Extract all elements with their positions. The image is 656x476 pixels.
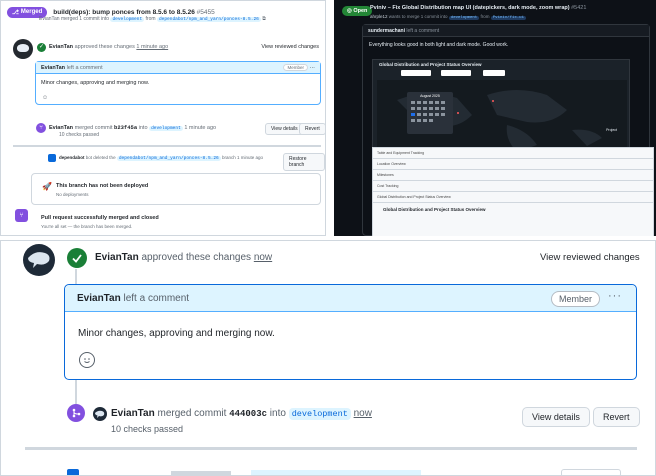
pr-icon: ◎ xyxy=(347,8,352,14)
merge-icon xyxy=(67,404,85,422)
member-badge: Member xyxy=(283,64,308,71)
copy-icon[interactable]: ⧉ xyxy=(262,16,266,22)
approval-line: EvianTan approved these changes 1 minute… xyxy=(49,44,319,50)
list-item: Location Overview xyxy=(373,159,653,170)
map-screenshot-light: Table and Equipment Tracking Location Ov… xyxy=(372,147,654,236)
view-details-button[interactable]: View details xyxy=(522,407,590,427)
timeline-line xyxy=(75,380,77,404)
restore-branch-button[interactable]: Restore branch xyxy=(283,153,325,171)
comment-body: Minor changes, approving and merging now… xyxy=(41,80,150,86)
member-badge: Member xyxy=(550,291,600,307)
light-heading: Global Distribution and Project Status O… xyxy=(383,207,486,212)
pr-title: Pviniv – Fix Global Distribution map UI … xyxy=(370,5,587,11)
view-reviewed-link[interactable]: View reviewed changes xyxy=(540,252,640,263)
list-item: Cost Tracking xyxy=(373,181,653,192)
deploy-title: This branch has not been deployed xyxy=(56,183,149,189)
list-item: Milestones xyxy=(373,170,653,181)
branch-deleted-line: dependabot bot deleted the dependabot/np… xyxy=(59,155,264,161)
avatar[interactable] xyxy=(13,39,33,59)
filter-input xyxy=(483,70,505,76)
comment-body: Minor changes, approving and merging now… xyxy=(78,328,275,339)
deploy-sub: No deployments xyxy=(56,192,89,197)
revert-button[interactable]: Revert xyxy=(593,407,640,427)
open-pr-dark-screenshot: ◎ Open Pviniv – Fix Global Distribution … xyxy=(334,0,656,236)
rocket-icon: 🚀 xyxy=(42,182,52,191)
branch-label[interactable]: development xyxy=(288,408,351,420)
map-marker xyxy=(457,112,459,114)
partial-next-row xyxy=(61,469,631,475)
smiley-icon[interactable]: ☺ xyxy=(42,95,48,101)
merge-line: EvianTan merged commit 444003c into deve… xyxy=(111,408,372,420)
merge-icon: ⎇ xyxy=(12,9,19,16)
zoomed-review-timeline: EvianTan approved these changes now View… xyxy=(0,240,656,476)
map-legend: Project xyxy=(606,128,617,132)
check-icon xyxy=(67,248,87,268)
divider xyxy=(13,145,321,147)
timeline-divider xyxy=(25,447,637,450)
bot-avatar xyxy=(48,154,56,162)
comment-header: EvianTan left a comment Member ··· xyxy=(36,62,320,74)
pr-title: build(deps): bump ponces from 8.5.6 to 8… xyxy=(53,8,215,16)
open-status-badge: ◎ Open xyxy=(342,6,373,16)
pr-subtitle: ahrple12 wants to merge 1 commit into de… xyxy=(370,14,526,20)
avatar[interactable] xyxy=(23,244,55,276)
map-marker xyxy=(492,100,494,102)
timeline-line xyxy=(75,269,77,285)
checks-text: 10 checks passed xyxy=(59,132,100,138)
kebab-menu-icon[interactable]: ··· xyxy=(608,290,622,302)
smiley-icon[interactable] xyxy=(79,352,95,368)
calendar-popup: August 2025 xyxy=(407,92,453,134)
calendar-month: August 2025 xyxy=(420,94,440,98)
approval-line: EvianTan approved these changes now xyxy=(95,252,273,263)
merged-closed-title: Pull request successfully merged and clo… xyxy=(41,215,159,221)
list-item: Global Distribution and Project Status O… xyxy=(373,192,653,203)
comment-card: sundermachani left a comment Everything … xyxy=(362,24,654,236)
revert-button[interactable]: Revert xyxy=(299,123,325,135)
start-date-input xyxy=(401,70,431,76)
end-date-input xyxy=(441,70,471,76)
map-title: Global Distribution and Project Status O… xyxy=(379,62,482,67)
deployment-box: 🚀 This branch has not been deployed No d… xyxy=(31,173,321,205)
review-comment: EvianTan left a comment Member ··· Minor… xyxy=(35,61,321,105)
merged-square-icon: ⑂ xyxy=(15,209,28,222)
view-reviewed-link[interactable]: View reviewed changes xyxy=(261,44,319,50)
review-comment: EvianTan left a comment Member ··· Minor… xyxy=(64,284,637,380)
kebab-menu-icon[interactable]: ··· xyxy=(310,65,316,71)
merged-pr-screenshot: ⎇ Merged build(deps): bump ponces from 8.… xyxy=(0,0,326,236)
comment-header: sundermachani left a comment xyxy=(363,25,649,37)
avatar[interactable] xyxy=(93,407,107,421)
checks-text[interactable]: 10 checks passed xyxy=(111,424,183,434)
pr-subtitle: EvianTan merged 1 commit into developmen… xyxy=(39,16,266,22)
merge-line: EvianTan merged commit b23f45a into deve… xyxy=(49,124,217,131)
merged-closed-sub: You're all set — the branch has been mer… xyxy=(41,224,133,229)
calendar-grid xyxy=(411,101,445,122)
commit-hash-link[interactable]: 444003c xyxy=(229,409,267,419)
view-details-button[interactable]: View details xyxy=(265,123,304,135)
check-icon: ✓ xyxy=(37,43,46,52)
merge-icon: ⑂ xyxy=(36,123,46,133)
comment-body: Everything looks good in both light and … xyxy=(369,42,509,48)
list-item: Table and Equipment Tracking xyxy=(373,148,653,159)
